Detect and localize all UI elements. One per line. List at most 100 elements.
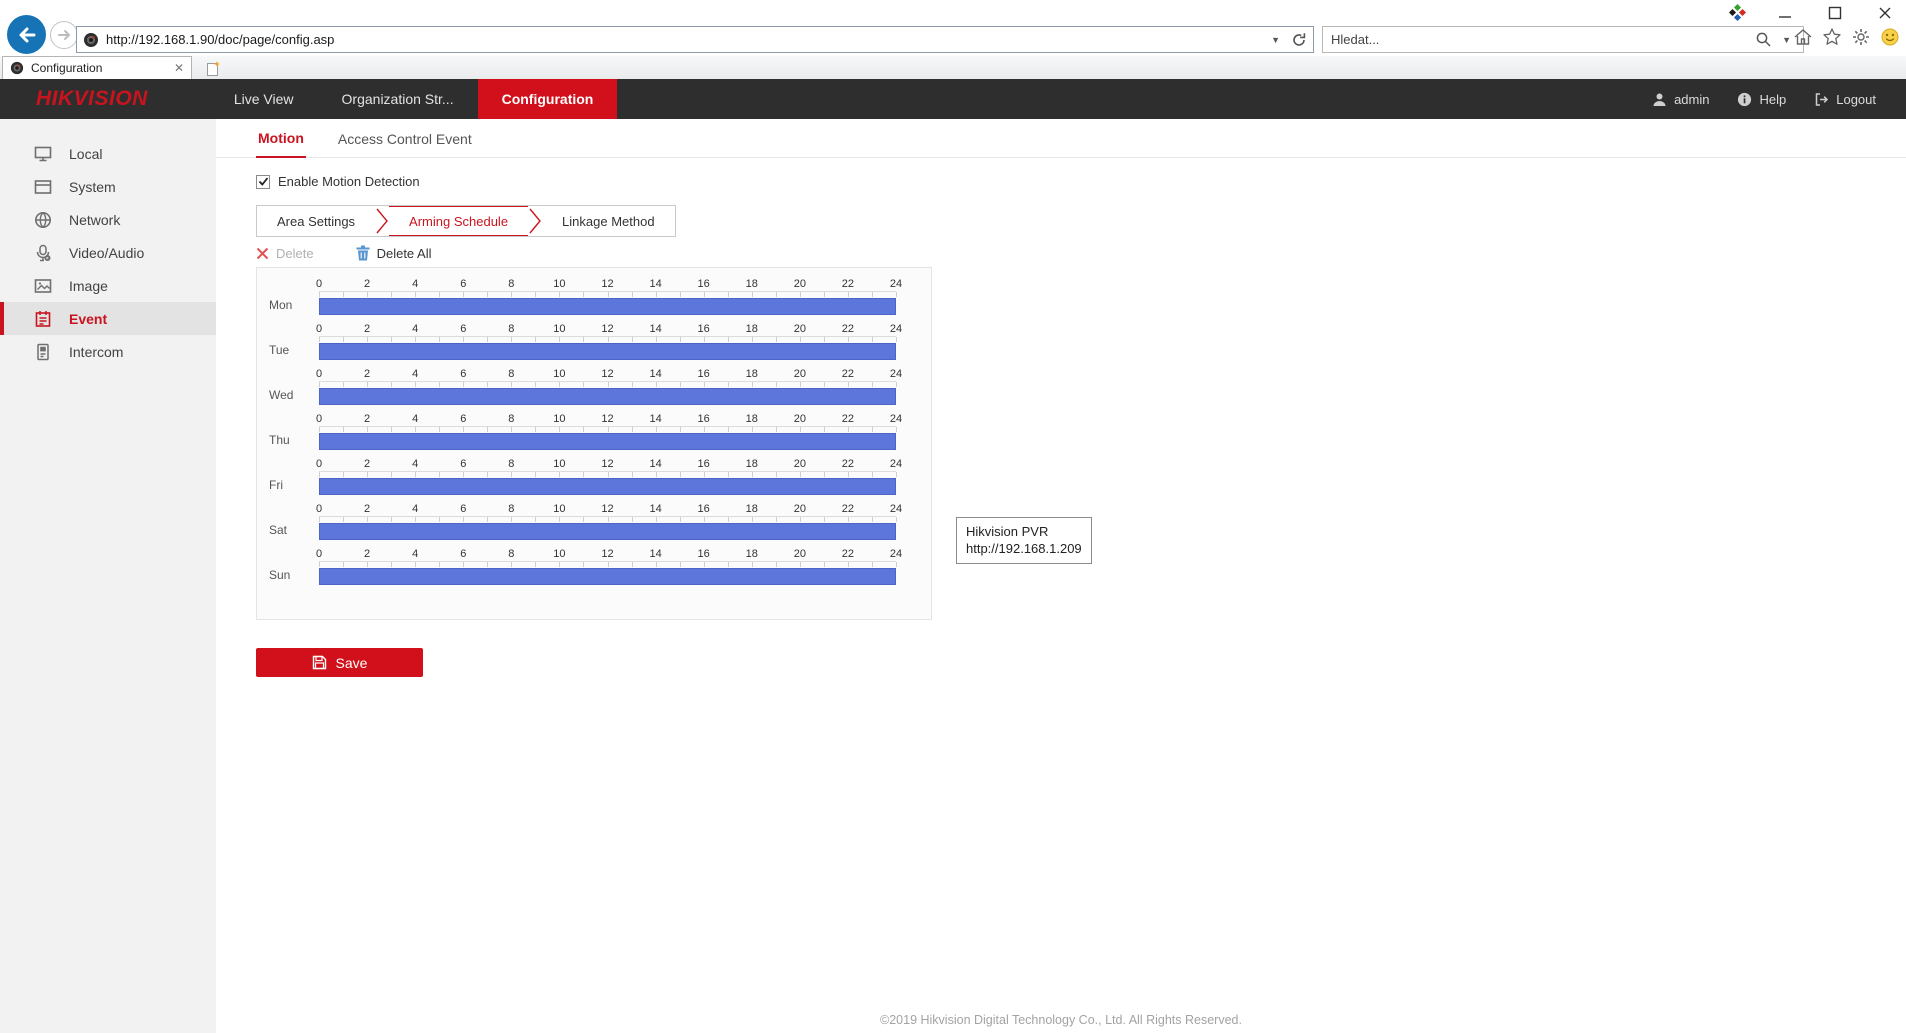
- enable-motion-label: Enable Motion Detection: [278, 174, 420, 189]
- tab-title: Configuration: [31, 61, 102, 75]
- subtab-arming-schedule[interactable]: Arming Schedule: [389, 206, 528, 236]
- schedule-day-label: Thu: [269, 432, 319, 451]
- schedule-axis-labels: 024681012141618202224: [319, 413, 896, 426]
- schedule-track[interactable]: [319, 298, 896, 316]
- schedule-timeline[interactable]: 024681012141618202224: [319, 503, 896, 541]
- tab-close-icon[interactable]: ✕: [174, 62, 184, 74]
- subtab-linkage-method[interactable]: Linkage Method: [542, 206, 675, 236]
- schedule-subtabs: Area Settings Arming Schedule Linkage Me…: [256, 205, 676, 237]
- schedule-bar[interactable]: [319, 343, 896, 360]
- browser-tab-bar: Configuration ✕: [0, 56, 1906, 79]
- schedule-bar[interactable]: [319, 478, 896, 495]
- home-icon[interactable]: [1793, 27, 1813, 47]
- sidebar-item-image[interactable]: Image: [0, 269, 216, 302]
- schedule-row: Sat024681012141618202224: [269, 503, 931, 541]
- schedule-bar[interactable]: [319, 388, 896, 405]
- refresh-icon[interactable]: [1291, 32, 1307, 48]
- nav-configuration[interactable]: Configuration: [478, 79, 618, 119]
- check-icon: [258, 176, 269, 187]
- sidebar-item-video-audio[interactable]: Video/Audio: [0, 236, 216, 269]
- sidebar-item-system[interactable]: System: [0, 170, 216, 203]
- subtab-area-settings[interactable]: Area Settings: [257, 206, 375, 236]
- new-tab-button[interactable]: [199, 58, 227, 78]
- schedule-row: Fri024681012141618202224: [269, 458, 931, 496]
- save-floppy-icon: [312, 655, 327, 670]
- sidebar-item-label: Event: [69, 311, 107, 327]
- schedule-row: Sun024681012141618202224: [269, 548, 931, 586]
- schedule-toolbar: Delete Delete All: [256, 245, 1906, 261]
- help-label: Help: [1759, 92, 1786, 107]
- browser-tab-configuration[interactable]: Configuration ✕: [2, 56, 192, 79]
- schedule-bar[interactable]: [319, 298, 896, 315]
- image-icon: [34, 277, 52, 295]
- nav-live-view[interactable]: Live View: [210, 79, 318, 119]
- globe-icon: [34, 211, 52, 229]
- schedule-axis-ruler: [319, 471, 896, 477]
- tab-access-control-event[interactable]: Access Control Event: [336, 131, 474, 157]
- schedule-timeline[interactable]: 024681012141618202224: [319, 278, 896, 316]
- arming-schedule-panel: Mon024681012141618202224Tue0246810121416…: [256, 267, 932, 620]
- sidebar-item-label: Network: [69, 212, 120, 228]
- schedule-timeline[interactable]: 024681012141618202224: [319, 413, 896, 451]
- browser-search-box[interactable]: ▼: [1322, 26, 1804, 53]
- schedule-track[interactable]: [319, 523, 896, 541]
- schedule-track[interactable]: [319, 343, 896, 361]
- forward-icon: [56, 27, 72, 43]
- logout-button[interactable]: Logout: [1814, 92, 1876, 107]
- schedule-axis-labels: 024681012141618202224: [319, 548, 896, 561]
- schedule-track[interactable]: [319, 478, 896, 496]
- close-window-button[interactable]: [1874, 3, 1896, 23]
- url-dropdown-icon[interactable]: ▼: [1267, 35, 1284, 45]
- forward-button[interactable]: [50, 21, 78, 49]
- delete-x-icon: [256, 247, 269, 260]
- browser-toolbar: ▼ ▼: [0, 0, 1906, 56]
- schedule-track[interactable]: [319, 568, 896, 586]
- sidebar-item-event[interactable]: Event: [0, 302, 216, 335]
- monitor-icon: [34, 145, 52, 163]
- enable-motion-checkbox[interactable]: [256, 175, 270, 189]
- delete-button[interactable]: Delete: [256, 246, 314, 261]
- page-tabs: Motion Access Control Event: [216, 119, 1906, 158]
- schedule-timeline[interactable]: 024681012141618202224: [319, 458, 896, 496]
- favorites-star-icon[interactable]: [1822, 27, 1842, 47]
- minimize-button[interactable]: [1774, 3, 1796, 23]
- maximize-button[interactable]: [1824, 3, 1846, 23]
- schedule-timeline[interactable]: 024681012141618202224: [319, 548, 896, 586]
- back-button[interactable]: [7, 15, 46, 54]
- hikvision-logo: HIKVISION: [36, 87, 148, 111]
- schedule-track[interactable]: [319, 388, 896, 406]
- address-bar[interactable]: ▼: [76, 26, 1314, 53]
- smiley-icon[interactable]: [1880, 27, 1900, 47]
- url-input[interactable]: [106, 32, 1260, 47]
- schedule-axis-ruler: [319, 516, 896, 522]
- schedule-bar[interactable]: [319, 568, 896, 585]
- schedule-track[interactable]: [319, 433, 896, 451]
- save-button[interactable]: Save: [256, 648, 423, 677]
- sidebar-item-network[interactable]: Network: [0, 203, 216, 236]
- schedule-timeline[interactable]: 024681012141618202224: [319, 368, 896, 406]
- user-menu[interactable]: admin: [1652, 92, 1709, 107]
- help-button[interactable]: Help: [1737, 92, 1786, 107]
- schedule-axis-ruler: [319, 336, 896, 342]
- tooltip-line1: Hikvision PVR: [966, 523, 1082, 540]
- sidebar-item-intercom[interactable]: Intercom: [0, 335, 216, 368]
- search-icon[interactable]: [1755, 31, 1772, 48]
- close-icon: [1878, 6, 1892, 20]
- schedule-day-label: Fri: [269, 477, 319, 496]
- app-header: HIKVISION Live View Organization Str... …: [0, 79, 1906, 119]
- sidebar-item-local[interactable]: Local: [0, 137, 216, 170]
- schedule-timeline[interactable]: 024681012141618202224: [319, 323, 896, 361]
- schedule-row: Wed024681012141618202224: [269, 368, 931, 406]
- chevron-separator-icon: [528, 206, 542, 236]
- delete-all-button[interactable]: Delete All: [356, 245, 432, 261]
- nav-organization[interactable]: Organization Str...: [318, 79, 478, 119]
- schedule-bar[interactable]: [319, 433, 896, 450]
- enable-motion-row: Enable Motion Detection: [256, 174, 1906, 189]
- maximize-icon: [1828, 6, 1842, 20]
- settings-gear-icon[interactable]: [1851, 27, 1871, 47]
- delete-label: Delete: [276, 246, 314, 261]
- info-icon: [1737, 92, 1752, 107]
- tab-motion[interactable]: Motion: [256, 130, 306, 158]
- schedule-bar[interactable]: [319, 523, 896, 540]
- search-input[interactable]: [1331, 32, 1749, 47]
